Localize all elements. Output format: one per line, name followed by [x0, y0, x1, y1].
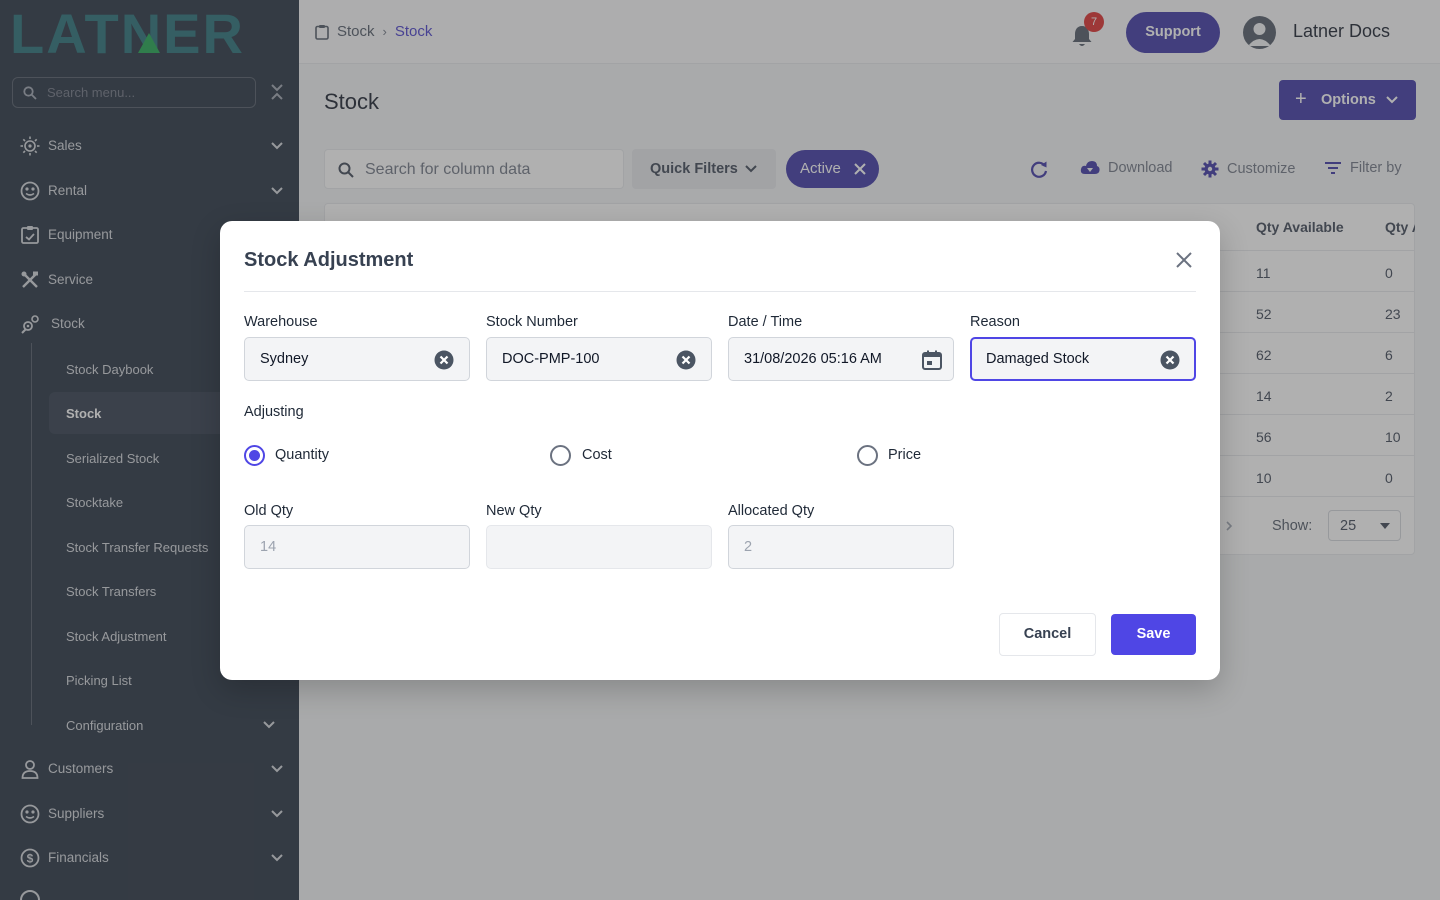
- close-icon[interactable]: [1174, 250, 1194, 270]
- allocated-qty-label: Allocated Qty: [728, 503, 815, 519]
- radio-quantity-label[interactable]: Quantity: [275, 447, 329, 463]
- clear-icon[interactable]: [676, 350, 696, 370]
- cancel-button[interactable]: Cancel: [999, 613, 1096, 656]
- radio-price-label[interactable]: Price: [888, 447, 921, 463]
- new-qty-label: New Qty: [486, 503, 542, 519]
- stock-adjustment-modal: Stock Adjustment Warehouse Sydney Stock …: [220, 221, 1220, 680]
- allocated-qty-field: 2: [728, 525, 954, 569]
- date-time-value: 31/08/2026 05:16 AM: [744, 351, 882, 367]
- modal-divider: [244, 291, 1196, 292]
- stock-number-value: DOC-PMP-100: [502, 351, 600, 367]
- radio-cost[interactable]: [550, 445, 571, 466]
- save-button[interactable]: Save: [1111, 614, 1196, 655]
- modal-title: Stock Adjustment: [244, 249, 414, 271]
- stock-number-label: Stock Number: [486, 314, 578, 330]
- old-qty-field: 14: [244, 525, 470, 569]
- old-qty-value: 14: [260, 539, 277, 555]
- old-qty-label: Old Qty: [244, 503, 294, 519]
- radio-price[interactable]: [857, 445, 878, 466]
- reason-field[interactable]: Damaged Stock: [970, 337, 1196, 381]
- allocated-qty-value: 2: [744, 539, 753, 555]
- calendar-icon[interactable]: [921, 349, 943, 371]
- warehouse-value: Sydney: [260, 351, 309, 367]
- radio-cost-label[interactable]: Cost: [582, 447, 612, 463]
- clear-icon[interactable]: [1160, 350, 1180, 370]
- warehouse-label: Warehouse: [244, 314, 318, 330]
- clear-icon[interactable]: [434, 350, 454, 370]
- date-time-field[interactable]: 31/08/2026 05:16 AM: [728, 337, 954, 381]
- warehouse-field[interactable]: Sydney: [244, 337, 470, 381]
- radio-quantity[interactable]: [244, 445, 265, 466]
- date-time-label: Date / Time: [728, 314, 803, 330]
- reason-label: Reason: [970, 314, 1020, 330]
- new-qty-field[interactable]: [486, 525, 712, 569]
- reason-value: Damaged Stock: [986, 351, 1090, 367]
- adjusting-label: Adjusting: [244, 404, 304, 420]
- stock-number-field[interactable]: DOC-PMP-100: [486, 337, 712, 381]
